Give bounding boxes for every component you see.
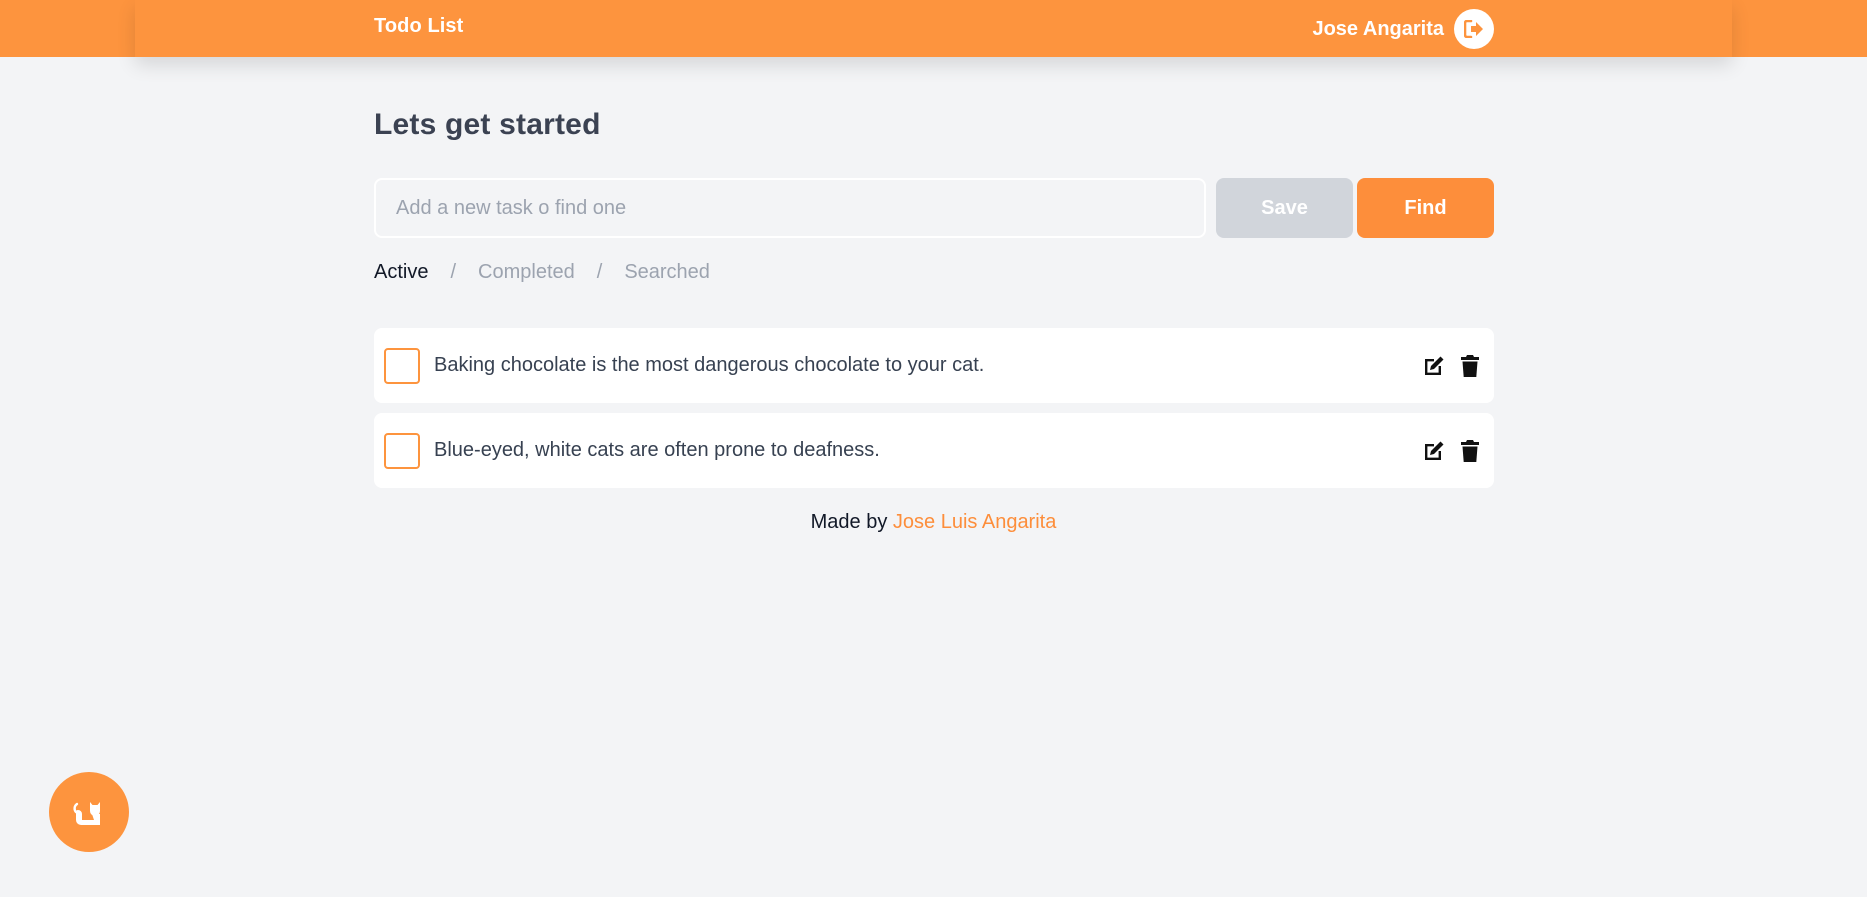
save-button[interactable]: Save [1216,178,1353,238]
cat-fact-button[interactable] [49,772,129,852]
user-area: Jose Angarita [1312,9,1494,49]
edit-icon[interactable] [1422,354,1446,378]
task-text: Baking chocolate is the most dangerous c… [434,354,985,376]
find-button[interactable]: Find [1357,178,1494,238]
edit-icon[interactable] [1422,439,1446,463]
author-link[interactable]: Jose Luis Angarita [893,511,1056,533]
tab-searched[interactable]: Searched [624,261,710,284]
task-actions [1422,354,1482,378]
trash-icon[interactable] [1458,439,1482,463]
task-item: Blue-eyed, white cats are often prone to… [374,413,1494,488]
task-list: Baking chocolate is the most dangerous c… [374,328,1494,498]
tab-completed[interactable]: Completed [478,261,575,284]
app-title: Todo List [374,15,464,37]
tab-separator: / [596,261,603,283]
user-name: Jose Angarita [1312,17,1444,40]
trash-icon[interactable] [1458,354,1482,378]
cat-icon [73,798,105,826]
task-actions [1422,439,1482,463]
logout-button[interactable] [1454,9,1494,49]
task-checkbox[interactable] [384,347,420,384]
footer-prefix: Made by [810,511,893,533]
tab-active[interactable]: Active [374,261,428,284]
footer: Made by Jose Luis Angarita [0,511,1867,534]
task-text: Blue-eyed, white cats are often prone to… [434,439,880,461]
filter-tabs: Active / Completed / Searched [374,261,710,284]
page-title: Lets get started [374,108,601,141]
task-checkbox[interactable] [384,432,420,469]
task-input[interactable] [374,178,1206,238]
sign-out-icon [1464,20,1484,38]
tab-separator: / [450,261,457,283]
task-item: Baking chocolate is the most dangerous c… [374,328,1494,403]
